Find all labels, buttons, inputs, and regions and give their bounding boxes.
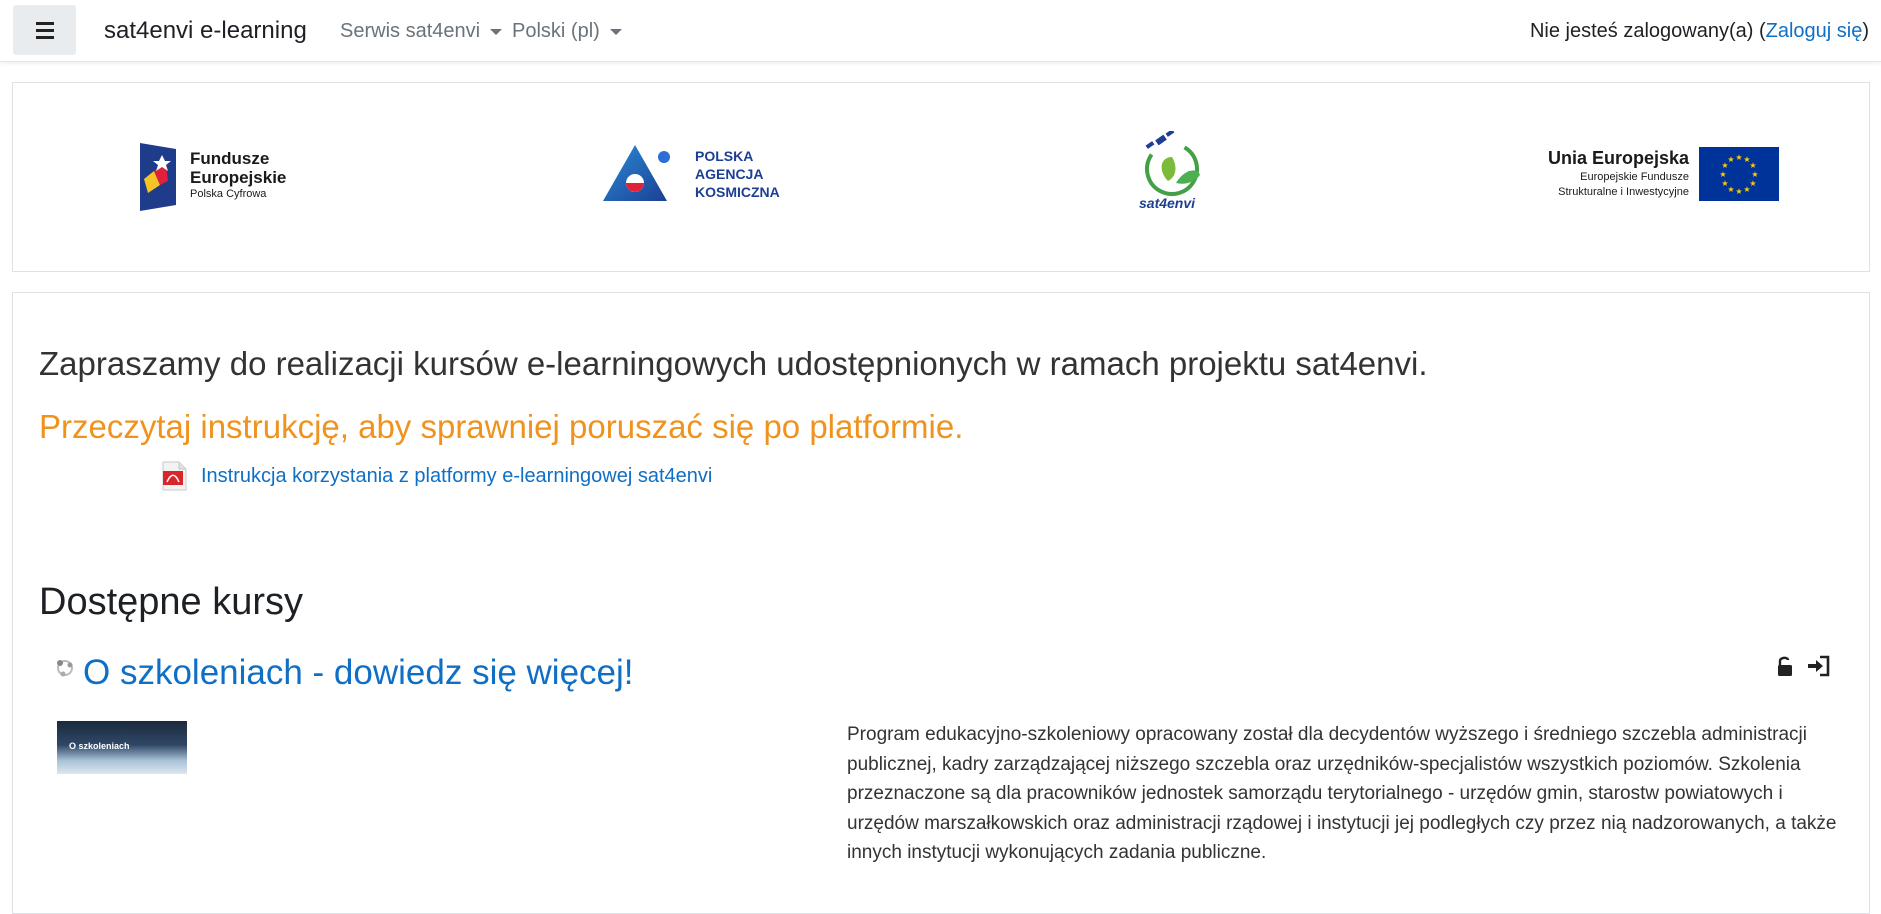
fundusze-europejskie-logo: Fundusze Europejskie Polska Cyfrowa [138, 141, 318, 215]
course-title-link[interactable]: O szkoleniach - dowiedz się więcej! [83, 653, 634, 693]
course-description: Program edukacyjno-szkoleniowy opracowan… [847, 724, 1837, 863]
intro-highlight: Przeczytaj instrukcję, aby sprawniej por… [39, 408, 964, 445]
language-menu-dropdown[interactable]: Polski (pl) [512, 20, 622, 43]
svg-text:★: ★ [1735, 187, 1742, 196]
svg-text:★: ★ [1751, 170, 1758, 179]
sat4envi-logo: sat4envi [1136, 131, 1216, 215]
svg-text:★: ★ [1727, 155, 1734, 164]
pdf-resource-link[interactable]: Instrukcja korzystania z platformy e-lea… [161, 461, 712, 491]
hamburger-icon [35, 20, 54, 41]
site-brand[interactable]: sat4envi e-learning [104, 17, 307, 45]
pak-line-3: KOSMICZNA [695, 184, 780, 200]
course-thumbnail[interactable]: O szkoleniach [57, 721, 187, 774]
chevron-down-icon [609, 28, 622, 35]
pdf-link-label: Instrukcja korzystania z platformy e-lea… [201, 464, 713, 487]
pak-line-2: AGENCJA [695, 166, 764, 182]
ue-line-2: Europejskie Fundusze [1580, 171, 1689, 183]
fe-line-3: Polska Cyfrowa [190, 188, 267, 200]
main-content: Zapraszamy do realizacji kursów e-learni… [12, 292, 1870, 914]
svg-text:★: ★ [1743, 185, 1750, 194]
partner-logos-banner: Fundusze Europejskie Polska Cyfrowa POLS… [12, 82, 1870, 272]
service-menu-dropdown[interactable]: Serwis sat4envi [340, 20, 503, 43]
available-courses-heading: Dostępne kursy [39, 581, 304, 623]
login-status: Nie jesteś zalogowany(a) (Zaloguj się) [1529, 20, 1869, 42]
pak-line-1: POLSKA [695, 148, 754, 164]
fe-line-1: Fundusze [190, 149, 270, 168]
ue-line-3: Strukturalne i Inwestycyjne [1558, 186, 1689, 198]
intro-heading: Zapraszamy do realizacji kursów e-learni… [39, 345, 1428, 382]
login-status-text: Nie jesteś zalogowany(a) ( [1529, 20, 1766, 42]
sat4envi-logo-text: sat4envi [1139, 195, 1196, 211]
eu-flag-icon: ★ ★★ ★★★ ★★★ ★★★ [1699, 147, 1779, 201]
svg-text:★: ★ [1735, 153, 1742, 162]
pdf-icon [162, 461, 187, 491]
chevron-down-icon [490, 28, 503, 35]
course-category-icon [57, 660, 73, 677]
course-thumbnail-text: O szkoleniach [69, 741, 130, 751]
enrol-icon[interactable] [1806, 655, 1830, 677]
unia-europejska-logo: Unia Europejska Europejskie Fundusze Str… [1509, 147, 1779, 203]
svg-text:★: ★ [1749, 161, 1756, 170]
service-menu-label: Serwis sat4envi [340, 20, 481, 42]
polska-agencja-kosmiczna-logo: POLSKA AGENCJA KOSMICZNA [601, 141, 811, 207]
top-navbar: sat4envi e-learning Serwis sat4envi Pols… [0, 0, 1881, 62]
fe-line-2: Europejskie [190, 168, 287, 187]
svg-text:★: ★ [1721, 179, 1728, 188]
login-link[interactable]: Zaloguj się [1766, 20, 1863, 42]
svg-text:★: ★ [1719, 170, 1726, 179]
language-menu-label: Polski (pl) [512, 20, 600, 42]
hamburger-menu-button[interactable] [13, 5, 76, 55]
unlock-icon[interactable] [1776, 655, 1794, 677]
ue-line-1: Unia Europejska [1547, 148, 1689, 168]
